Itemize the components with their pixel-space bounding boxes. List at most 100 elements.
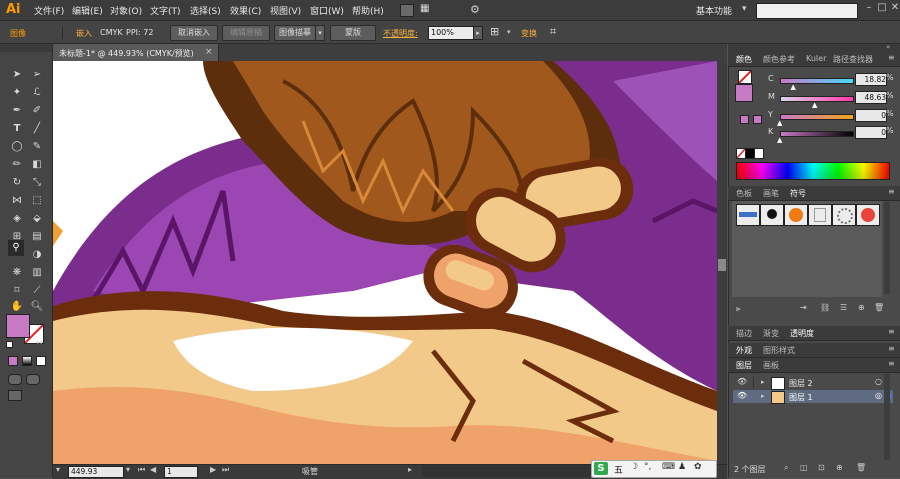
slider-thumb[interactable]: ▲ [812,101,817,109]
target-circle-icon[interactable]: ○ [875,377,882,386]
menu-effect[interactable]: 效果(C) [230,4,261,17]
symbols-scrollbar[interactable] [884,202,890,294]
panel-menu-icon[interactable]: ≡ [888,53,895,62]
embed-link[interactable]: 嵌入 [76,28,92,39]
break-link-icon[interactable]: ⛓ [820,303,830,312]
menu-select[interactable]: 选择(S) [190,4,221,17]
collapse-panels-icon[interactable]: » [886,43,890,51]
cancel-embed-button[interactable]: 取消嵌入 [170,25,218,41]
clipping-mask-icon[interactable]: ◫ [800,463,808,472]
tab-stroke[interactable]: 描边 [736,328,752,339]
user-icon[interactable]: ♟ [678,462,686,472]
free-transform-icon[interactable]: ⬚ [30,194,44,208]
layer-name[interactable]: 图层 1 [789,392,813,403]
tab-color-guide[interactable]: 颜色参考 [763,54,795,65]
artboard-tool-icon[interactable]: ⌑ [10,284,24,298]
symbol-circle-ornament[interactable] [832,204,856,226]
draw-behind-icon[interactable] [26,374,40,385]
minimize-icon[interactable]: – [862,2,876,16]
new-layer-icon[interactable]: ⊕ [836,463,843,472]
tab-color[interactable]: 颜色 [736,54,752,65]
symbol-library-icon[interactable]: ⫸ [736,304,741,314]
none-color-icon[interactable] [738,70,752,84]
draw-normal-icon[interactable] [8,374,22,385]
locate-object-icon[interactable]: ⌕ [784,463,788,473]
white-swatch[interactable] [754,148,764,159]
bridge-icon[interactable] [400,4,414,17]
chevron-down-icon[interactable]: ▾ [315,25,325,41]
tab-gradient[interactable]: 渐变 [763,328,779,339]
curvature-icon[interactable]: ✐ [30,104,44,118]
panel-menu-icon[interactable]: ≡ [888,344,895,353]
tab-symbols[interactable]: 符号 [790,188,806,199]
chevron-down-icon[interactable]: ▾ [507,28,511,36]
last-page-icon[interactable]: ⏭ [222,465,229,475]
opacity-input[interactable]: 100% [428,26,474,40]
default-colors-icon[interactable] [6,341,13,348]
perspective-icon[interactable]: ⬙ [30,212,44,226]
out-of-gamut-icon[interactable] [740,115,749,124]
trash-icon[interactable]: 🗑︎ [856,463,866,472]
tab-pathfinder[interactable]: 路径查找器 [833,54,873,65]
panel-menu-icon[interactable]: ≡ [888,359,895,368]
panel-grip[interactable] [728,44,900,52]
place-symbol-icon[interactable]: ⇥ [800,303,807,312]
channel-c-input[interactable]: 18.82 [855,73,887,86]
visibility-eye-icon[interactable]: 👁︎ [737,377,747,386]
chevron-down-icon[interactable]: ▾ [56,465,60,474]
target-circle-icon[interactable]: ◎ [875,391,882,400]
channel-y-input[interactable]: 0 [855,109,887,122]
channel-y-slider[interactable] [780,114,854,120]
ime-toolbar[interactable]: S 五 ☽ °, ⌨ ♟ ✿ [591,460,717,478]
menu-file[interactable]: 文件(F) [34,4,64,17]
new-symbol-icon[interactable]: ⊕ [858,303,865,312]
menu-edit[interactable]: 编辑(E) [72,4,103,17]
menu-view[interactable]: 视图(V) [270,4,301,17]
menu-help[interactable]: 帮助(H) [352,4,384,17]
opacity-label[interactable]: 不透明度: [383,28,418,39]
channel-m-input[interactable]: 48.63 [855,91,887,104]
workspace-label[interactable]: 基本功能 [696,4,732,17]
tab-appearance[interactable]: 外观 [736,345,752,356]
tab-transparency[interactable]: 透明度 [790,328,814,339]
symbol-ink-splat[interactable] [760,204,784,226]
artboard-canvas[interactable] [53,61,717,464]
first-page-icon[interactable]: ⏮ [138,465,145,475]
channel-k-slider[interactable] [780,131,854,137]
width-tool-icon[interactable]: ⋈ [10,194,24,208]
tab-kuler[interactable]: Kuler [806,54,826,63]
expand-arrow-icon[interactable]: ▸ [761,392,765,400]
line-tool-icon[interactable]: ╱ [30,122,44,136]
visibility-eye-icon[interactable]: 👁︎ [737,391,747,400]
symbol-sprayer-icon[interactable]: ❋ [10,266,24,280]
options-icon[interactable]: ☰ [840,303,847,312]
selection-tool-icon[interactable]: ➤ [10,68,24,82]
ellipse-tool-icon[interactable]: ◯ [10,140,24,154]
web-safe-icon[interactable] [753,115,762,124]
direct-selection-icon[interactable]: ➢ [30,68,44,82]
keyboard-icon[interactable]: ⌨ [662,462,675,472]
fill-color-swatch[interactable] [735,84,753,102]
gradient-tool-icon[interactable]: ▤ [30,230,44,244]
align-icon[interactable]: ⊞ [490,25,506,39]
chevron-right-icon[interactable]: ▸ [473,26,483,40]
scale-tool-icon[interactable]: ⤡ [30,176,44,190]
tab-graphic-styles[interactable]: 图形样式 [763,345,795,356]
fill-swatch[interactable] [6,314,30,338]
close-icon[interactable]: × [205,47,213,57]
eraser-icon[interactable]: ◧ [30,158,44,172]
eyedropper-icon[interactable]: ⚲ [9,241,23,255]
ime-logo-icon[interactable]: S [594,462,608,475]
zoom-input[interactable]: 449.93 [68,466,124,478]
symbol-orange-button[interactable] [784,204,808,226]
chevron-down-icon[interactable]: ▾ [126,465,130,474]
tab-swatches[interactable]: 色板 [736,188,752,199]
search-input[interactable] [756,3,858,19]
layer-row[interactable]: 👁︎ ▸ 图层 2 ○ [735,376,885,390]
chevron-right-icon[interactable]: ▸ [408,465,412,474]
vertical-scrollbar[interactable] [717,61,727,464]
channel-k-input[interactable]: 0 [855,126,887,139]
punctuation-icon[interactable]: °, [644,462,651,472]
scroll-thumb[interactable] [718,259,726,271]
expand-arrow-icon[interactable]: ▸ [761,378,765,386]
